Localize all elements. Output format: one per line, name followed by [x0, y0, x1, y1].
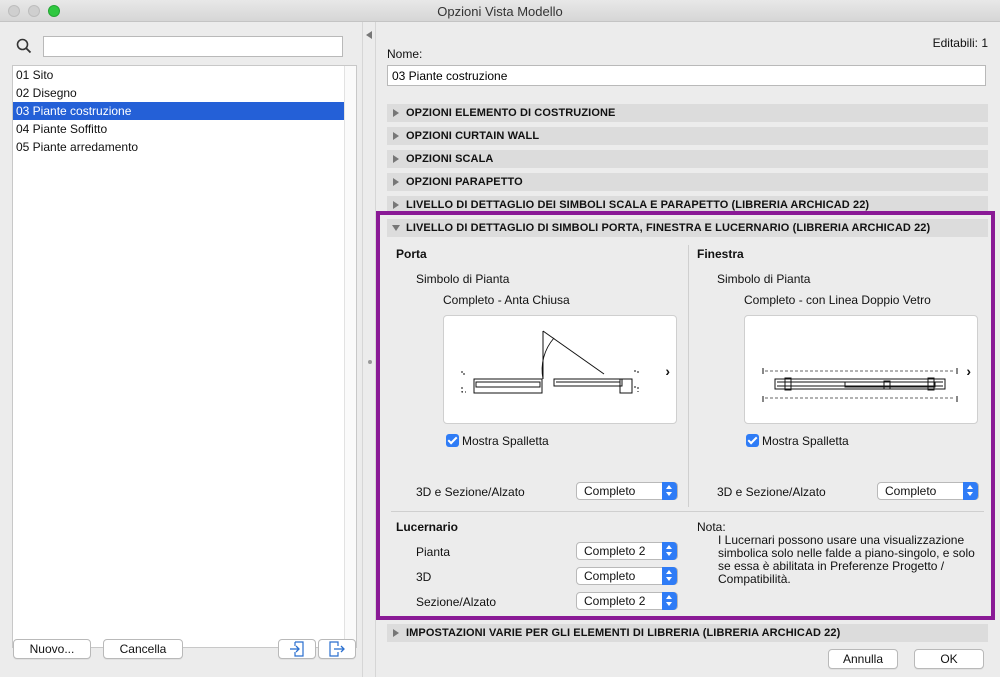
collapse-arrow-icon[interactable] — [366, 31, 372, 39]
section-label: IMPOSTAZIONI VARIE PER GLI ELEMENTI DI L… — [406, 627, 841, 639]
disclosure-right-icon — [393, 629, 399, 637]
disclosure-right-icon — [393, 201, 399, 209]
section-label: OPZIONI SCALA — [406, 153, 494, 165]
search-input[interactable] — [43, 36, 343, 57]
disclosure-right-icon — [393, 132, 399, 140]
name-label: Nome: — [387, 47, 423, 61]
ok-button[interactable]: OK — [914, 649, 984, 669]
window-title: Opzioni Vista Modello — [437, 4, 563, 19]
list-item[interactable]: 05 Piante arredamento — [13, 138, 344, 156]
pane-splitter[interactable] — [362, 22, 376, 677]
view-list-pane: 01 Sito 02 Disegno 03 Piante costruzione… — [0, 22, 362, 677]
highlight-frame — [376, 211, 995, 620]
export-button[interactable] — [318, 639, 356, 659]
list-item[interactable]: 01 Sito — [13, 66, 344, 84]
name-field[interactable] — [387, 65, 986, 86]
list-scrollbar[interactable] — [344, 66, 356, 647]
view-options-list[interactable]: 01 Sito 02 Disegno 03 Piante costruzione… — [12, 65, 357, 648]
cancel-button[interactable]: Annulla — [828, 649, 898, 669]
section-label: OPZIONI ELEMENTO DI COSTRUZIONE — [406, 107, 616, 119]
section-railing-options[interactable]: OPZIONI PARAPETTO — [387, 173, 988, 191]
section-library-misc-settings[interactable]: IMPOSTAZIONI VARIE PER GLI ELEMENTI DI L… — [387, 624, 988, 642]
section-label: OPZIONI PARAPETTO — [406, 176, 523, 188]
list-item[interactable]: 04 Piante Soffitto — [13, 120, 344, 138]
editable-count: Editabili: 1 — [932, 36, 988, 50]
section-stair-options[interactable]: OPZIONI SCALA — [387, 150, 988, 168]
title-bar: Opzioni Vista Modello — [0, 0, 1000, 22]
section-curtain-wall-options[interactable]: OPZIONI CURTAIN WALL — [387, 127, 988, 145]
export-icon — [329, 641, 345, 657]
disclosure-right-icon — [393, 109, 399, 117]
import-icon — [290, 641, 304, 657]
list-item-selected[interactable]: 03 Piante costruzione — [13, 102, 344, 120]
import-button[interactable] — [278, 639, 316, 659]
splitter-handle-icon[interactable] — [368, 360, 372, 364]
new-button[interactable]: Nuovo... — [13, 639, 91, 659]
delete-button[interactable]: Cancella — [103, 639, 183, 659]
search-icon — [16, 38, 32, 54]
disclosure-right-icon — [393, 178, 399, 186]
disclosure-right-icon — [393, 155, 399, 163]
list-item[interactable]: 02 Disegno — [13, 84, 344, 102]
section-building-element-options[interactable]: OPZIONI ELEMENTO DI COSTRUZIONE — [387, 104, 988, 122]
section-label: OPZIONI CURTAIN WALL — [406, 130, 540, 142]
